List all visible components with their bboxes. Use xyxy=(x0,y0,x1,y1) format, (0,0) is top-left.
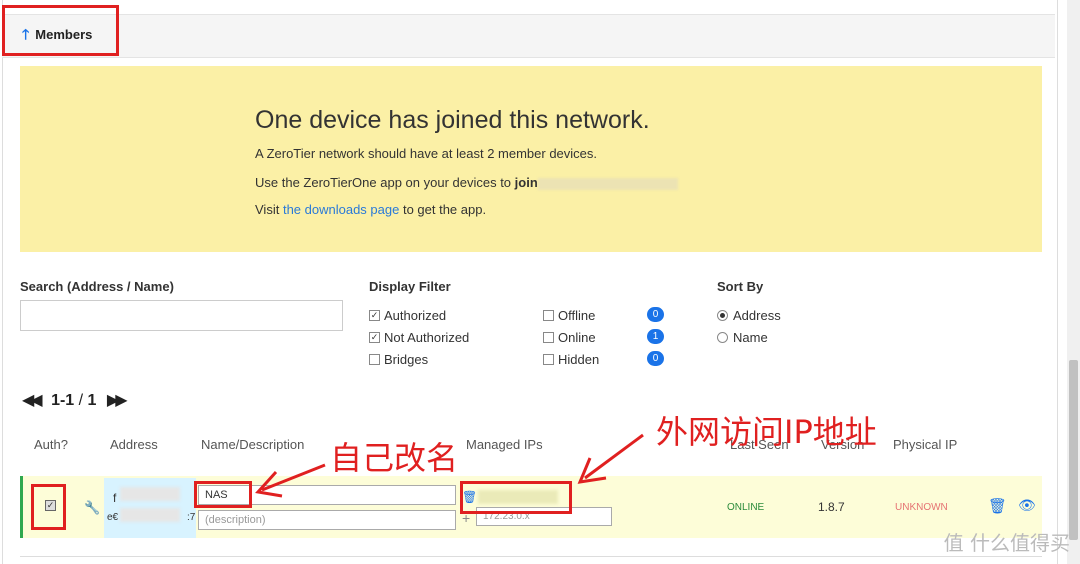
arrow-ip xyxy=(584,433,644,480)
arrow-ip-head xyxy=(577,457,607,484)
watermark: 值 什么值得买 xyxy=(943,531,1070,555)
annotation-rename-text: 自己改名 xyxy=(330,439,459,477)
scrollbar-thumb[interactable] xyxy=(1069,360,1078,540)
annotation-arrows xyxy=(255,433,644,498)
annotation-ip-text: 外网访问IP地址 xyxy=(656,413,877,451)
